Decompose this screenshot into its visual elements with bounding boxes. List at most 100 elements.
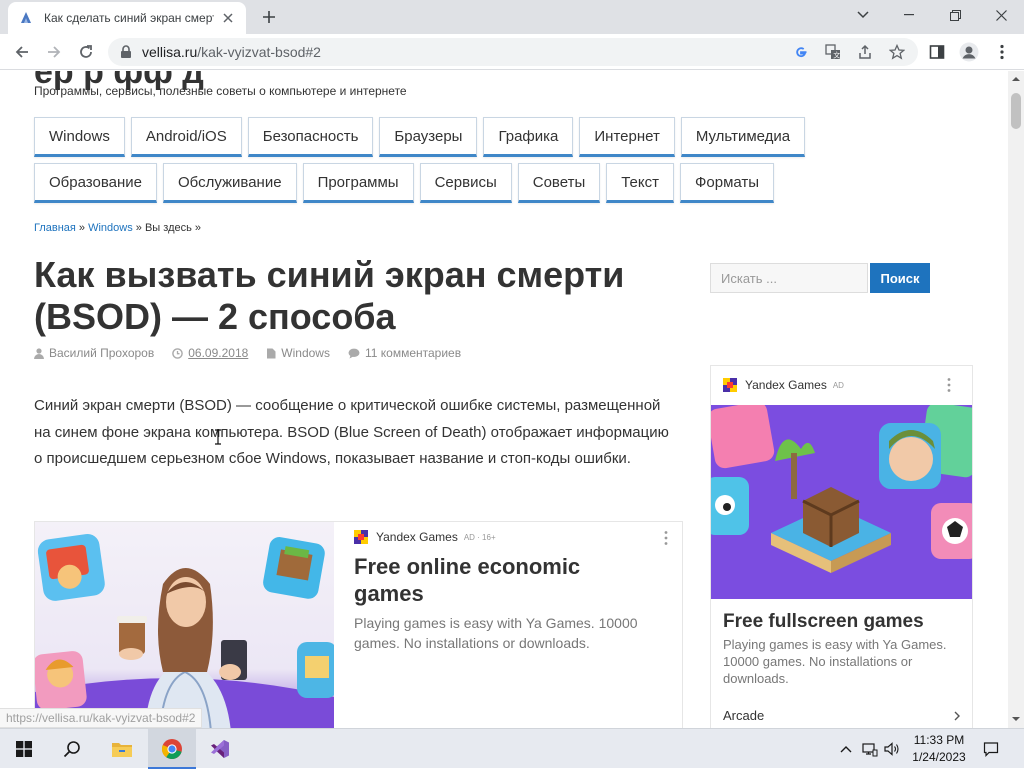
link-status-bar: https://vellisa.ru/kak-vyizvat-bsod#2 bbox=[0, 708, 203, 728]
search-input[interactable]: Искать ... bbox=[710, 263, 868, 293]
menu-item-11[interactable]: Советы bbox=[517, 163, 601, 203]
menu-item-8[interactable]: Обслуживание bbox=[162, 163, 297, 203]
menu-item-7[interactable]: Образование bbox=[34, 163, 157, 203]
text-cursor-icon bbox=[215, 429, 221, 445]
ad-image-game-collage[interactable] bbox=[711, 405, 972, 599]
new-tab-button[interactable] bbox=[260, 8, 278, 26]
lock-icon[interactable] bbox=[120, 45, 132, 59]
start-button[interactable] bbox=[0, 729, 48, 769]
reload-button[interactable] bbox=[74, 40, 98, 64]
address-bar[interactable]: vellisa.ru/kak-vyizvat-bsod#2 文 bbox=[108, 38, 918, 66]
breadcrumb-separator: » bbox=[75, 222, 89, 234]
article-meta: Василий Прохоров 06.09.2018 Windows 11 к… bbox=[34, 346, 479, 360]
minimize-button[interactable] bbox=[886, 0, 932, 30]
close-tab-icon[interactable] bbox=[220, 10, 236, 26]
author-name: Василий Прохоров bbox=[49, 346, 155, 360]
restore-button[interactable] bbox=[932, 0, 978, 30]
ad-brand[interactable]: Yandex Games AD · 16+ bbox=[354, 530, 496, 544]
ad-category-link[interactable]: Arcade bbox=[723, 708, 764, 723]
close-window-button[interactable] bbox=[978, 0, 1024, 30]
site-tagline: Программы, сервисы, полезные советы о ко… bbox=[34, 84, 407, 98]
translate-icon[interactable]: 文 bbox=[824, 43, 842, 61]
menu-item-10[interactable]: Сервисы bbox=[419, 163, 512, 203]
menu-item-1[interactable]: Android/iOS bbox=[130, 117, 242, 157]
search-icon bbox=[63, 741, 80, 758]
page-viewport: ёр р фф д Программы, сервисы, полезные с… bbox=[0, 71, 1008, 728]
chrome-icon bbox=[161, 739, 182, 759]
volume-icon[interactable] bbox=[884, 741, 900, 757]
share-icon[interactable] bbox=[856, 43, 874, 61]
menu-item-5[interactable]: Интернет bbox=[579, 117, 675, 157]
forward-button[interactable] bbox=[42, 40, 66, 64]
meta-category[interactable]: Windows bbox=[266, 346, 330, 360]
file-explorer-button[interactable] bbox=[98, 729, 146, 769]
ad-options-icon[interactable] bbox=[947, 377, 951, 393]
meta-author[interactable]: Василий Прохоров bbox=[34, 346, 154, 360]
meta-comments[interactable]: 11 комментариев bbox=[348, 346, 461, 360]
network-icon[interactable] bbox=[862, 741, 878, 757]
more-menu-icon[interactable] bbox=[990, 40, 1014, 64]
chevron-right-icon[interactable] bbox=[953, 711, 961, 721]
ad-brand-name: Yandex Games bbox=[376, 530, 458, 544]
main-menu: Windows Android/iOS Безопасность Браузеры Гр… bbox=[34, 117, 874, 209]
article-title: Как вызвать синий экран смерти (BSOD) — … bbox=[34, 254, 625, 337]
side-panel-icon[interactable] bbox=[925, 40, 949, 64]
google-icon[interactable] bbox=[792, 43, 810, 61]
ad-headline[interactable]: Free fullscreen games bbox=[723, 608, 963, 635]
bookmark-star-icon[interactable] bbox=[888, 43, 906, 61]
site-favicon-icon bbox=[18, 10, 34, 26]
visual-studio-button[interactable] bbox=[196, 729, 244, 769]
yandex-ad-banner[interactable]: Yandex Games AD · 16+ Free online econom… bbox=[34, 521, 683, 728]
browser-tab[interactable]: Как сделать синий экран смерти bbox=[8, 2, 246, 34]
notifications-icon[interactable] bbox=[983, 741, 999, 757]
menu-item-4[interactable]: Графика bbox=[483, 117, 574, 157]
category-link: Windows bbox=[281, 346, 330, 360]
back-button[interactable] bbox=[10, 40, 34, 64]
system-clock[interactable]: 11:33 PM 1/24/2023 bbox=[906, 732, 972, 766]
menu-item-12[interactable]: Текст bbox=[606, 163, 674, 203]
yandex-games-logo-icon bbox=[723, 378, 737, 392]
yandex-sidebar-ad[interactable]: Yandex Games AD Free fullscreen games Pl… bbox=[710, 365, 973, 728]
taskbar-search-button[interactable] bbox=[48, 729, 96, 769]
search-button[interactable]: Поиск bbox=[870, 263, 930, 293]
ad-body-text: Playing games is easy with Ya Games. 100… bbox=[723, 637, 947, 686]
address-url: vellisa.ru/kak-vyizvat-bsod#2 bbox=[142, 44, 321, 60]
windows-logo-icon bbox=[16, 741, 32, 757]
chrome-taskbar-button[interactable] bbox=[148, 729, 196, 769]
comments-count: 11 комментариев bbox=[364, 346, 462, 360]
document-icon bbox=[267, 348, 276, 358]
page-scrollbar[interactable] bbox=[1008, 71, 1024, 728]
tab-title: Как сделать синий экран смерти bbox=[44, 11, 214, 25]
scroll-up-arrow-icon[interactable] bbox=[1012, 75, 1020, 83]
ad-image-woman-phone[interactable] bbox=[35, 522, 334, 728]
url-path: /kak-vyizvat-bsod#2 bbox=[197, 44, 321, 60]
breadcrumb-separator: » bbox=[132, 222, 145, 234]
menu-item-0[interactable]: Windows bbox=[34, 117, 125, 157]
menu-item-13[interactable]: Форматы bbox=[680, 163, 775, 203]
menu-item-9[interactable]: Программы bbox=[302, 163, 414, 203]
windows-taskbar: 11:33 PM 1/24/2023 bbox=[0, 728, 1024, 769]
profile-avatar[interactable] bbox=[957, 40, 981, 64]
scroll-down-arrow-icon[interactable] bbox=[1012, 715, 1020, 723]
breadcrumb-home-link[interactable]: Главная bbox=[34, 222, 76, 234]
menu-row: Образование Обслуживание Программы Сервисы С… bbox=[34, 163, 874, 203]
ad-options-icon[interactable] bbox=[664, 530, 668, 546]
breadcrumb-category-link[interactable]: Windows bbox=[88, 222, 133, 234]
menu-item-3[interactable]: Браузеры bbox=[379, 117, 478, 157]
ad-brand-name: Yandex Games bbox=[745, 378, 827, 392]
menu-item-6[interactable]: Мультимедиа bbox=[680, 117, 806, 157]
breadcrumb-current: Вы здесь » bbox=[144, 222, 202, 234]
scrollbar-thumb[interactable] bbox=[1011, 93, 1021, 129]
ad-body-text: Playing games is easy with Ya Games. 100… bbox=[354, 615, 638, 651]
menu-row: Windows Android/iOS Безопасность Браузеры Гр… bbox=[34, 117, 874, 157]
menu-item-2[interactable]: Безопасность bbox=[247, 117, 374, 157]
tray-overflow-chevron-icon[interactable] bbox=[838, 741, 854, 757]
ad-headline[interactable]: Free online economic games bbox=[354, 553, 654, 607]
article-intro: Синий экран смерти (BSOD) — сообщение о … bbox=[34, 397, 669, 467]
clock-icon bbox=[172, 347, 184, 359]
meta-date: 06.09.2018 bbox=[172, 346, 248, 360]
ad-brand[interactable]: Yandex Games AD bbox=[723, 378, 844, 392]
breadcrumb: Главная » Windows » Вы здесь » bbox=[34, 222, 201, 234]
tab-search-icon[interactable] bbox=[840, 0, 886, 30]
folder-icon bbox=[112, 743, 132, 757]
